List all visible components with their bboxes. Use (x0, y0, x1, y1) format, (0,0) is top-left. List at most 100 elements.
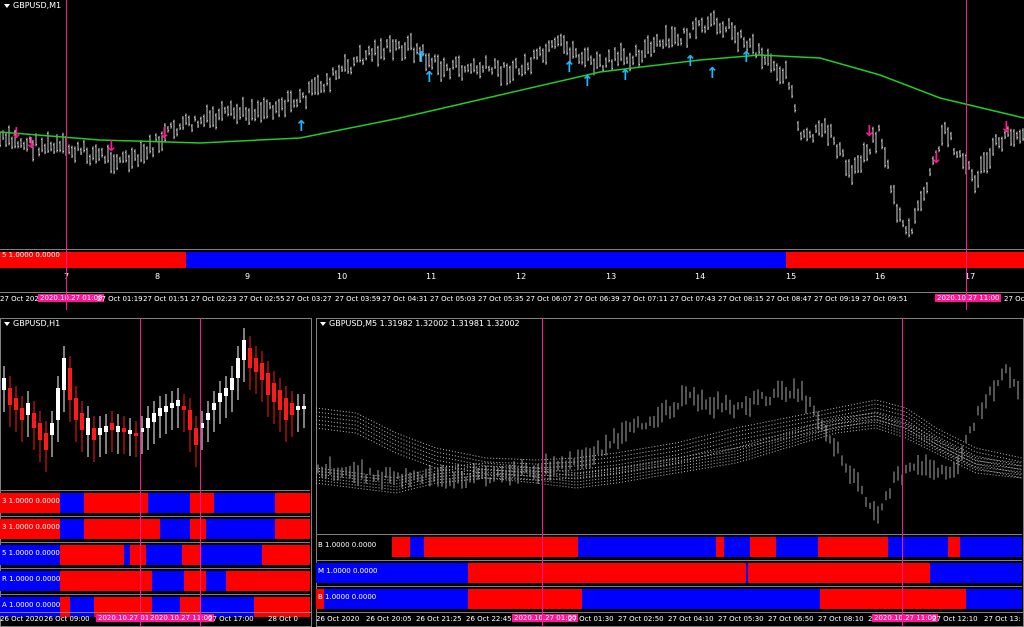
candle-body (302, 406, 306, 409)
cloud-line (316, 411, 1022, 473)
candle-body (20, 408, 24, 420)
candle-body (86, 418, 90, 435)
candle-body (176, 400, 180, 406)
buy-arrow-icon: ↑ (415, 48, 428, 66)
time-label: 27 Oct 08:47 (766, 295, 812, 303)
time-label: 27 Oct 01:51 (143, 295, 189, 303)
bar-number: 10 (337, 272, 348, 281)
left-indicator-row: 3 1.0000 0.0000 (0, 516, 310, 541)
buy-arrow-icon: ↑ (706, 64, 719, 82)
top-indicator-strip: 5 1.0000 0.0000 (0, 249, 1024, 270)
time-label: 27 Oct 03:59 (335, 295, 381, 303)
top-chart-window[interactable]: GBPUSD,M1 ↑ ↑ ↑ ↑ ↑ ↑ ↑ ↑ ↑ ↓ ↓ ↓ ↓ ↓ ↓ ↓ 5 1.0000 0.00… (0, 0, 1024, 310)
candle-body (242, 340, 246, 360)
left-vline-1 (140, 318, 141, 627)
indicator-segment (578, 537, 716, 557)
candle-body (92, 428, 96, 440)
indicator-segment (206, 519, 275, 539)
indicator-segment (84, 519, 160, 539)
candle-body (68, 368, 72, 400)
indicator-segment (424, 537, 578, 557)
top-bar-numbers: 7891011121314151617 (0, 270, 1024, 284)
time-label: 27 Oct 04:31 (382, 295, 428, 303)
candle-body (56, 388, 60, 420)
bar-number: 12 (516, 272, 527, 281)
indicator-segment (750, 537, 776, 557)
bar-number: 15 (786, 272, 797, 281)
indicator-segment (410, 537, 424, 557)
candle-body (38, 423, 42, 440)
candle-body (50, 423, 54, 435)
candle-body (170, 403, 174, 408)
right-chart-window[interactable]: GBPUSD,M5 1.31982 1.32002 1.31981 1.3200… (316, 318, 1024, 627)
indicator-segment (84, 493, 148, 513)
indicator-segment (262, 545, 310, 565)
right-indicator-row: B 1.0000 0.0000 (316, 534, 1022, 559)
time-label: 27 Oct 04:10 (668, 615, 714, 623)
cloud-line (316, 419, 1022, 481)
indicator-segment (60, 545, 70, 565)
time-label: 27 Oct 02:55 (239, 295, 285, 303)
indicator-segment (130, 545, 146, 565)
top-chart-title: GBPUSD,M1 (4, 1, 61, 10)
candle-body (62, 358, 66, 390)
time-label: 26 Oct 21:25 (416, 615, 462, 623)
indicator-label: 3 1.0000 0.0000 (2, 497, 60, 505)
time-label: 26 Oct 22:45 (466, 615, 512, 623)
indicator-segment (468, 589, 582, 609)
top-indicator-label: 5 1.0000 0.0000 (2, 251, 60, 259)
cloud-line (316, 399, 1022, 461)
candle-body (32, 413, 36, 428)
sell-arrow-icon: ↓ (25, 134, 38, 152)
candle-body (194, 428, 198, 445)
left-indicator-row: 5 1.0000 0.0000 (0, 542, 310, 567)
time-label: 27 Oct 07:43 (670, 295, 716, 303)
candle-body (44, 433, 48, 450)
cloud-line (316, 407, 1022, 469)
top-time-axis: 27 Oct 2020 2020.10.27 01:00 27 Oct 01:19 2… (0, 292, 1024, 305)
right-price-chart[interactable] (316, 318, 1022, 534)
right-indicator-row: M 1.0000 0.0000 (316, 560, 1022, 585)
candle-body (116, 426, 120, 432)
indicator-label: M 1.0000 0.0000 (318, 567, 378, 575)
candle-body (2, 378, 6, 390)
time-label: 27 Oct 09:19 (814, 295, 860, 303)
bar-number: 13 (606, 272, 617, 281)
right-chart-title: GBPUSD,M5 1.31982 1.32002 1.31981 1.3200… (320, 319, 520, 328)
left-price-chart[interactable] (0, 318, 310, 490)
sell-arrow-icon: ↓ (158, 124, 171, 142)
time-label: 27 Oct 08:10 (818, 615, 864, 623)
time-label: 27 Oct 02:23 (191, 295, 237, 303)
cloud-line (316, 415, 1022, 482)
cloud-line (316, 418, 1022, 485)
candle-body (266, 373, 270, 395)
cloud-line (316, 412, 1022, 479)
time-label: 27 Oct 07:11 (622, 295, 668, 303)
time-label: 26 Oct 2020 (0, 615, 44, 623)
indicator-segment (214, 493, 275, 513)
sell-arrow-icon: ↓ (930, 149, 943, 167)
right-indicator-row: B 1.0000 0.0000 (316, 586, 1022, 611)
candle-body (152, 413, 156, 422)
indicator-segment (888, 537, 948, 557)
candle-body (98, 428, 102, 435)
indicator-segment (70, 545, 124, 565)
candle-body (272, 383, 276, 402)
left-indicator-row: 3 1.0000 0.0000 (0, 490, 310, 515)
time-label: 2020.10.27 11:00 (148, 614, 215, 622)
candle-body (128, 430, 132, 434)
cloud-line (316, 415, 1022, 477)
top-vline-1 (66, 0, 67, 310)
candle-body (164, 406, 168, 412)
time-label: 27 Oct 06:07 (526, 295, 572, 303)
indicator-label: 5 1.0000 0.0000 (2, 549, 60, 557)
time-label: 28 Oct 0 (268, 615, 298, 623)
sell-arrow-icon: ↓ (863, 122, 876, 140)
left-chart-window[interactable]: GBPUSD,H1 3 1.0000 0.0000 3 1.0000 0.0000… (0, 318, 312, 627)
dropdown-triangle-icon (4, 3, 10, 8)
indicator-label: 3 1.0000 0.0000 (2, 523, 60, 531)
top-price-chart[interactable]: ↑↑↑↑↑ ↑↑↑↑↓↓ ↓↓ ↓↓↓ (0, 0, 1024, 248)
indicator-segment (146, 545, 182, 565)
indicator-segment (190, 519, 206, 539)
indicator-segment (60, 571, 70, 591)
